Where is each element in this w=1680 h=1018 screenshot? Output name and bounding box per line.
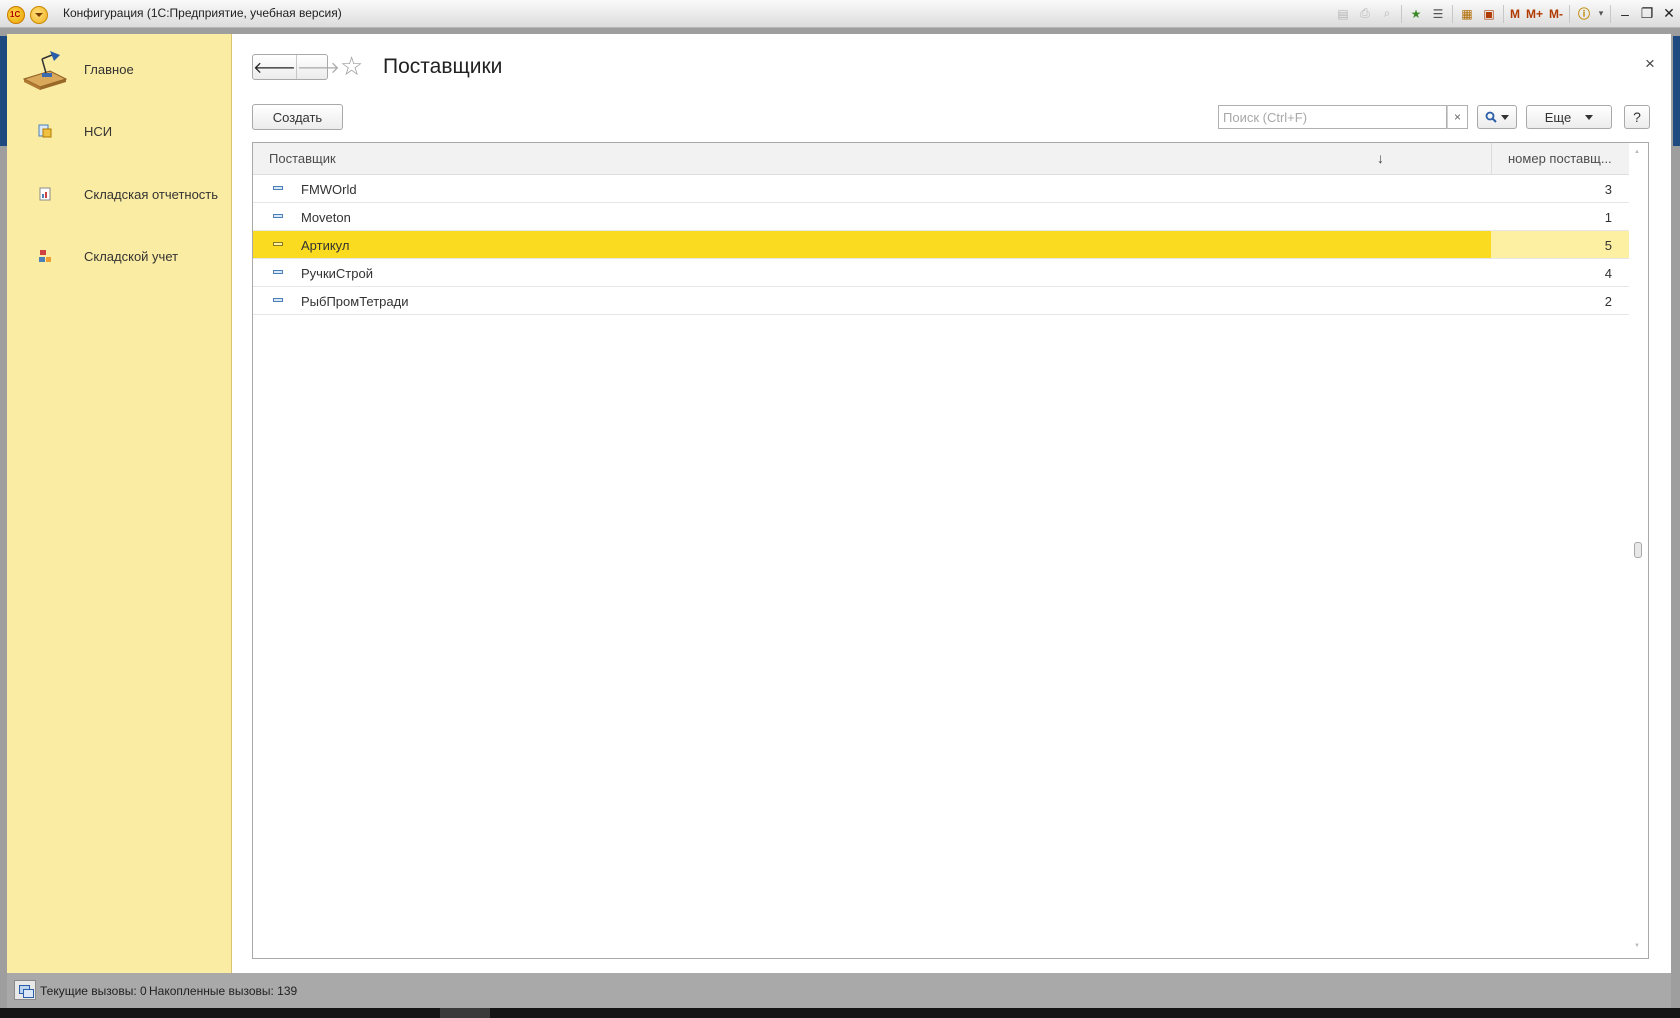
- supplier-number: 4: [1604, 266, 1612, 281]
- supplier-number: 1: [1604, 210, 1612, 225]
- current-calls: Текущие вызовы: 0: [40, 984, 147, 998]
- forward-arrow-icon[interactable]: 🡒: [297, 55, 340, 79]
- more-button-label: Еще: [1544, 109, 1572, 125]
- more-button[interactable]: Еще: [1526, 105, 1612, 129]
- catalog-item-icon: [273, 242, 283, 246]
- status-bar: Текущие вызовы: 0 Накопленные вызовы: 13…: [7, 973, 1671, 1008]
- warehouse-icon: [39, 250, 51, 262]
- supplier-number: 5: [1604, 238, 1612, 253]
- chevron-down-icon[interactable]: ▾: [1595, 3, 1607, 25]
- column-header-supplier[interactable]: Поставщик: [269, 143, 336, 174]
- sidebar-item-warehouse-accounting[interactable]: Складской учет: [7, 231, 231, 281]
- save-icon[interactable]: ▤: [1332, 3, 1354, 25]
- memory-minus-button[interactable]: M-: [1546, 3, 1566, 25]
- supplier-number: 2: [1604, 294, 1612, 309]
- report-icon: [39, 187, 51, 201]
- memory-button[interactable]: M: [1507, 3, 1523, 25]
- server-calls-icon[interactable]: [14, 980, 36, 1000]
- catalog-item-icon: [273, 270, 283, 274]
- accumulated-calls: Накопленные вызовы: 139: [149, 984, 298, 998]
- sort-descending-icon: ↓: [1377, 150, 1384, 166]
- history-icon[interactable]: ☰: [1427, 3, 1449, 25]
- taskbar: [0, 1008, 1680, 1018]
- search-options-button[interactable]: [1477, 105, 1517, 129]
- form-area: 🡐 🡒 ☆ Поставщики × Создать × Еще ? Поста…: [232, 34, 1671, 973]
- toolbar-divider: [1400, 4, 1402, 23]
- desk-lamp-icon: [22, 51, 68, 90]
- preview-icon[interactable]: ⌕: [1376, 3, 1398, 25]
- table-row[interactable]: Moveton 1: [253, 203, 1629, 231]
- column-header-supplier-number[interactable]: номер поставщ...: [1508, 143, 1612, 174]
- window-title: Конфигурация (1С:Предприятие, учебная ве…: [63, 6, 342, 20]
- title-bar: Конфигурация (1С:Предприятие, учебная ве…: [0, 0, 1680, 28]
- table-row[interactable]: РучкиСтрой 4: [253, 259, 1629, 287]
- right-edge: [1671, 28, 1680, 973]
- sections-panel: Главное НСИ Складская отчетность Складск…: [7, 34, 232, 973]
- search-icon: [1485, 111, 1497, 123]
- toolbar-divider: [1610, 4, 1611, 23]
- chevron-down-icon: [1585, 114, 1594, 120]
- supplier-name: FMWOrld: [301, 182, 357, 197]
- sidebar-item-label: Складской учет: [84, 248, 179, 264]
- history-navigation: 🡐 🡒: [252, 54, 340, 80]
- left-edge: [0, 28, 7, 973]
- back-arrow-icon[interactable]: 🡐: [253, 55, 297, 79]
- desktop-background-strip: [0, 36, 7, 146]
- print-icon[interactable]: ⎙: [1354, 3, 1376, 25]
- application-window: Конфигурация (1С:Предприятие, учебная ве…: [0, 0, 1680, 1008]
- close-window-icon[interactable]: ✕: [1658, 3, 1680, 25]
- table-row-selected[interactable]: Артикул 5: [253, 231, 1629, 259]
- supplier-name: РучкиСтрой: [301, 266, 373, 281]
- catalog-item-icon: [273, 298, 283, 302]
- search-clear-button[interactable]: ×: [1447, 105, 1468, 129]
- table-row[interactable]: FMWOrld 3: [253, 175, 1629, 203]
- search-input[interactable]: [1219, 106, 1447, 128]
- add-favorite-icon[interactable]: ★: [1405, 3, 1427, 25]
- favorite-star-icon[interactable]: ☆: [340, 51, 363, 81]
- desktop-background-strip: [1673, 36, 1680, 146]
- supplier-name: Moveton: [301, 210, 351, 225]
- scroll-up-icon[interactable]: ▲: [1634, 149, 1640, 155]
- title-toolbar: ▤ ⎙ ⌕ ★ ☰ ▦ ▣ M M+ M- ⓘ ▾ – ❐ ✕: [1332, 0, 1680, 27]
- help-button[interactable]: ?: [1624, 105, 1650, 129]
- page-title: Поставщики: [383, 55, 503, 78]
- chevron-down-icon: [1501, 114, 1509, 120]
- toolbar-divider: [1502, 4, 1504, 23]
- taskbar-item[interactable]: [440, 1008, 490, 1018]
- column-divider[interactable]: [1491, 143, 1492, 174]
- create-button[interactable]: Создать: [252, 104, 343, 130]
- calendar-icon[interactable]: ▣: [1478, 3, 1500, 25]
- close-form-button[interactable]: ×: [1645, 54, 1655, 74]
- restore-icon[interactable]: ❐: [1636, 3, 1658, 25]
- table-row[interactable]: РыбПромТетради 2: [253, 287, 1629, 315]
- sidebar-item-warehouse-reports[interactable]: Складская отчетность: [7, 169, 231, 219]
- sidebar-item-nsi[interactable]: НСИ: [7, 106, 231, 156]
- toolbar-divider: [1451, 4, 1453, 23]
- scrollbar-thumb[interactable]: [1634, 542, 1642, 558]
- table-header: Поставщик ↓ номер поставщ...: [253, 143, 1629, 175]
- memory-plus-button[interactable]: M+: [1523, 3, 1546, 25]
- sidebar-item-main[interactable]: Главное: [7, 44, 231, 94]
- sidebar-item-label: НСИ: [84, 123, 113, 139]
- scroll-down-icon[interactable]: ▼: [1634, 943, 1640, 949]
- info-icon[interactable]: ⓘ: [1573, 3, 1595, 25]
- main-menu-icon[interactable]: [30, 6, 48, 24]
- catalog-item-icon: [273, 214, 283, 218]
- sidebar-item-label: Складская отчетность: [84, 186, 219, 202]
- sidebar-item-label: Главное: [84, 61, 134, 77]
- supplier-name: РыбПромТетради: [301, 294, 409, 309]
- app-logo-icon[interactable]: [7, 6, 25, 24]
- supplier-name: Артикул: [301, 238, 350, 253]
- supplier-number: 3: [1604, 182, 1612, 197]
- minimize-icon[interactable]: –: [1614, 3, 1636, 25]
- calculator-icon[interactable]: ▦: [1456, 3, 1478, 25]
- suppliers-table[interactable]: Поставщик ↓ номер поставщ... FMWOrld 3 M…: [252, 142, 1649, 959]
- catalog-item-icon: [273, 186, 283, 190]
- search-field: [1218, 105, 1447, 129]
- toolbar-divider: [1569, 4, 1570, 23]
- reference-data-icon: [38, 124, 52, 138]
